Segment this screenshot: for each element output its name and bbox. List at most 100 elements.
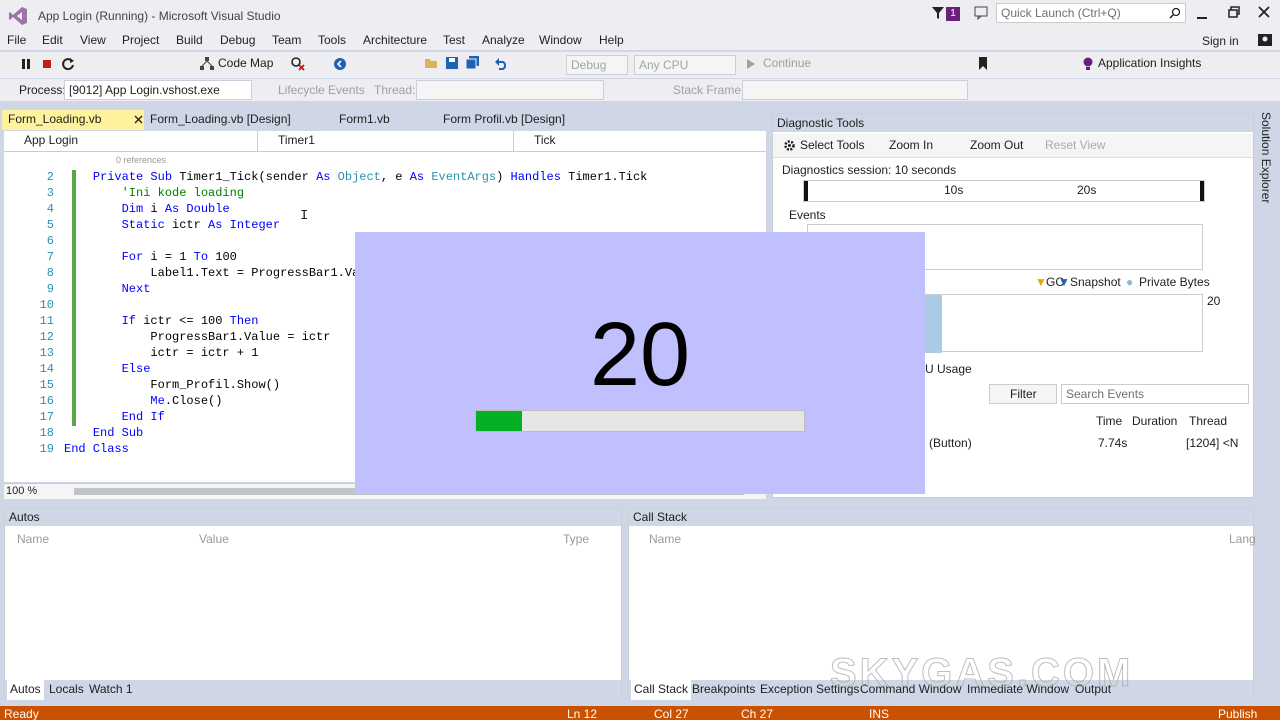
continue-button[interactable]: Continue xyxy=(763,56,811,70)
account-icon[interactable] xyxy=(1258,34,1272,46)
call-stack-header: Call Stack xyxy=(629,508,1253,526)
call-stack-column-lang[interactable]: Lang xyxy=(1229,532,1256,546)
feedback-icon[interactable] xyxy=(974,6,988,20)
stack-frame-dropdown[interactable] xyxy=(742,80,968,100)
project-value: App Login xyxy=(24,133,79,147)
reset-view-button[interactable]: Reset View xyxy=(1045,138,1105,152)
sign-in-link[interactable]: Sign in xyxy=(1202,34,1239,48)
bookmark-icon[interactable] xyxy=(978,57,988,71)
menu-file[interactable]: File xyxy=(7,33,26,47)
standard-toolbar: Code Map Debug Any CPU Continue Applicat… xyxy=(0,52,1280,78)
select-tools-button[interactable]: Select Tools xyxy=(800,138,864,152)
tab-form-loading-vb[interactable]: Form_Loading.vb xyxy=(2,110,144,130)
call-stack-column-name[interactable]: Name xyxy=(649,532,681,546)
event-value: Tick xyxy=(534,133,556,147)
event-dropdown[interactable]: Tick xyxy=(514,131,766,151)
undo-icon[interactable] xyxy=(494,57,508,70)
filter-notification-icon[interactable] xyxy=(932,6,944,20)
project-dropdown[interactable]: App Login xyxy=(4,131,258,151)
menu-project[interactable]: Project xyxy=(122,33,159,47)
cpu-usage-tab[interactable]: U Usage xyxy=(925,362,972,376)
autos-column-name[interactable]: Name xyxy=(17,532,49,546)
menu-build[interactable]: Build xyxy=(176,33,203,47)
code-token: Next xyxy=(121,282,151,296)
menu-debug[interactable]: Debug xyxy=(220,33,255,47)
references-codelens[interactable]: 0 references xyxy=(116,155,166,165)
zoom-out-button[interactable]: Zoom Out xyxy=(970,138,1023,152)
tab-form-profil-design[interactable]: Form Profil.vb [Design] xyxy=(437,110,571,130)
solution-explorer-tab[interactable]: Solution Explorer xyxy=(1259,112,1273,203)
autos-column-type[interactable]: Type xyxy=(563,532,589,546)
code-token: Me xyxy=(150,394,165,408)
quick-launch-input[interactable]: Quick Launch (Ctrl+Q) xyxy=(996,3,1186,23)
zoom-in-button[interactable]: Zoom In xyxy=(889,138,933,152)
save-icon[interactable] xyxy=(446,57,458,69)
stop-icon[interactable] xyxy=(41,58,53,70)
solution-configuration-dropdown[interactable]: Debug xyxy=(566,55,628,75)
line-number: 18 xyxy=(39,426,54,440)
save-all-icon[interactable] xyxy=(466,56,480,70)
code-text: Dim i As Double xyxy=(64,202,230,216)
application-insights-button[interactable]: Application Insights xyxy=(1098,56,1201,70)
event-row-name[interactable]: (Button) xyxy=(929,436,972,450)
menu-analyze[interactable]: Analyze xyxy=(482,33,525,47)
column-duration[interactable]: Duration xyxy=(1132,414,1177,428)
publish-button[interactable]: Publish xyxy=(1218,707,1257,720)
restart-icon[interactable] xyxy=(61,57,75,71)
timeline-start-marker[interactable] xyxy=(804,181,808,201)
process-dropdown[interactable]: [9012] App Login.vshost.exe xyxy=(64,80,252,100)
thread-dropdown[interactable] xyxy=(416,80,604,100)
minimize-icon[interactable] xyxy=(1196,8,1208,20)
window-title: App Login (Running) - Microsoft Visual S… xyxy=(38,9,281,23)
notification-badge[interactable]: 1 xyxy=(946,7,960,21)
code-map-icon[interactable] xyxy=(200,57,214,71)
code-token: As Integer xyxy=(208,218,281,232)
line-number: 16 xyxy=(39,394,54,408)
menu-edit[interactable]: Edit xyxy=(42,33,63,47)
menu-test[interactable]: Test xyxy=(443,33,465,47)
column-time[interactable]: Time xyxy=(1096,414,1122,428)
status-ready: Ready xyxy=(4,707,39,720)
menu-window[interactable]: Window xyxy=(539,33,582,47)
menu-team[interactable]: Team xyxy=(272,33,301,47)
title-bar: App Login (Running) - Microsoft Visual S… xyxy=(0,0,1280,30)
code-map-button[interactable]: Code Map xyxy=(218,56,273,70)
search-events-input[interactable]: Search Events xyxy=(1061,384,1249,404)
menu-view[interactable]: View xyxy=(80,33,106,47)
code-text: 'Ini kode loading xyxy=(64,186,244,200)
menu-tools[interactable]: Tools xyxy=(318,33,346,47)
timeline-ruler[interactable]: 10s 20s xyxy=(803,180,1205,202)
tab-form1-vb[interactable]: Form1.vb xyxy=(333,110,396,130)
lifecycle-events-dropdown[interactable]: Lifecycle Events xyxy=(278,83,365,97)
tab-form-loading-design[interactable]: Form_Loading.vb [Design] xyxy=(144,110,297,130)
close-icon[interactable] xyxy=(134,115,143,124)
continue-play-icon[interactable] xyxy=(746,58,756,70)
tab-watch-1[interactable]: Watch 1 xyxy=(89,682,133,696)
breakpoint-delete-icon[interactable] xyxy=(290,56,306,72)
filter-dropdown[interactable]: Filter xyxy=(989,384,1057,404)
timeline-end-marker[interactable] xyxy=(1200,181,1204,201)
code-token: ictr = ictr + 1 xyxy=(150,346,259,360)
open-folder-icon[interactable] xyxy=(424,56,438,70)
object-dropdown[interactable]: Timer1 xyxy=(258,131,514,151)
tab-autos[interactable]: Autos xyxy=(7,680,44,700)
navigate-back-icon[interactable] xyxy=(333,57,347,71)
stack-frame-label: Stack Frame: xyxy=(673,83,745,97)
column-thread[interactable]: Thread xyxy=(1189,414,1227,428)
code-line[interactable]: 4 Dim i As Double xyxy=(4,202,664,218)
zoom-level-dropdown[interactable]: 100 % xyxy=(6,485,37,497)
solution-platform-dropdown[interactable]: Any CPU xyxy=(634,55,736,75)
autos-column-value[interactable]: Value xyxy=(199,532,229,546)
tab-breakpoints[interactable]: Breakpoints xyxy=(692,682,755,696)
line-number: 8 xyxy=(46,266,54,280)
tab-locals[interactable]: Locals xyxy=(49,682,84,696)
code-line[interactable]: 2 Private Sub Timer1_Tick(sender As Obje… xyxy=(4,170,664,186)
close-icon[interactable] xyxy=(1258,6,1270,18)
menu-architecture[interactable]: Architecture xyxy=(363,33,427,47)
code-text: End Sub xyxy=(64,426,143,440)
menu-help[interactable]: Help xyxy=(599,33,624,47)
pause-icon[interactable] xyxy=(20,58,32,70)
restore-icon[interactable] xyxy=(1228,6,1240,18)
tab-call-stack[interactable]: Call Stack xyxy=(631,680,692,700)
code-line[interactable]: 3 'Ini kode loading xyxy=(4,186,664,202)
